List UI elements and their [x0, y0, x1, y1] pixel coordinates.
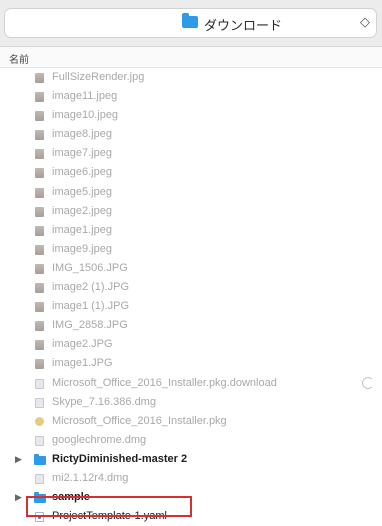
- file-name: googlechrome.dmg: [52, 433, 147, 446]
- image-icon: [35, 321, 44, 332]
- folder-row[interactable]: ▶ sample: [0, 488, 382, 507]
- file-row: image10.jpeg: [0, 106, 382, 125]
- file-name: IMG_1506.JPG: [52, 261, 128, 274]
- column-header-bar: 名前: [0, 47, 382, 68]
- file-name: image1 (1).JPG: [52, 300, 130, 313]
- file-name: image10.jpeg: [52, 109, 119, 122]
- file-name: image8.jpeg: [52, 128, 112, 141]
- file-row: googlechrome.dmg: [0, 431, 382, 450]
- disk-image-icon: [35, 397, 44, 408]
- folder-icon: [182, 13, 198, 28]
- disk-image-icon: [35, 435, 44, 446]
- file-row: FullSizeRender.jpg: [0, 68, 382, 87]
- up-down-chevron-icon[interactable]: ◇: [360, 14, 370, 30]
- file-row: IMG_1506.JPG: [0, 259, 382, 278]
- file-row: image9.jpeg: [0, 240, 382, 259]
- file-row: Microsoft_Office_2016_Installer.pkg: [0, 412, 382, 431]
- file-list: FullSizeRender.jpg image11.jpeg image10.jp…: [0, 68, 382, 526]
- file-name: FullSizeRender.jpg: [52, 71, 145, 83]
- image-icon: [35, 187, 44, 198]
- file-name: IMG_2858.JPG: [52, 319, 128, 332]
- disclosure-triangle-icon[interactable]: ▶: [15, 488, 25, 507]
- package-icon: [35, 416, 44, 426]
- file-name: RictyDiminished-master 2: [52, 452, 188, 465]
- file-row: image8.jpeg: [0, 125, 382, 144]
- file-row: image2.JPG: [0, 335, 382, 354]
- file-row: image2 (1).JPG: [0, 278, 382, 297]
- file-row: image2.jpeg: [0, 202, 382, 221]
- image-icon: [35, 149, 44, 160]
- file-name: image1.jpeg: [52, 223, 112, 236]
- file-name: image7.jpeg: [52, 147, 112, 160]
- file-name: image9.jpeg: [52, 242, 112, 255]
- file-name: image2.jpeg: [52, 204, 112, 217]
- file-row: image1.jpeg: [0, 221, 382, 240]
- image-icon: [35, 168, 44, 179]
- file-row: Microsoft_Office_2016_Installer.pkg.down…: [0, 374, 382, 393]
- file-name: image2 (1).JPG: [52, 281, 130, 294]
- image-icon: [35, 283, 44, 294]
- disk-image-icon: [35, 473, 44, 484]
- file-row: image1 (1).JPG: [0, 297, 382, 316]
- file-name: mi2.1.12r4.dmg: [52, 471, 129, 484]
- file-row: IMG_2858.JPG: [0, 316, 382, 335]
- image-icon: [35, 92, 44, 103]
- file-name: sample: [52, 491, 90, 504]
- image-icon: [35, 340, 44, 351]
- file-name: image1.JPG: [52, 357, 113, 370]
- yaml-file-icon: [35, 512, 44, 523]
- folder-icon: [34, 453, 46, 465]
- disclosure-triangle-icon[interactable]: ▶: [15, 450, 25, 469]
- file-name: Microsoft_Office_2016_Installer.pkg: [52, 414, 227, 427]
- image-icon: [35, 359, 44, 370]
- file-row: Skype_7.16.386.dmg: [0, 393, 382, 412]
- image-icon: [35, 263, 44, 274]
- location-popup-button[interactable]: ダウンロード ◇: [5, 9, 376, 37]
- file-row: image7.jpeg: [0, 144, 382, 163]
- image-icon: [35, 225, 44, 236]
- file-name: image5.jpeg: [52, 185, 112, 198]
- file-name: Skype_7.16.386.dmg: [52, 395, 156, 408]
- file-row: image6.jpeg: [0, 163, 382, 182]
- image-icon: [35, 111, 44, 122]
- image-icon: [35, 206, 44, 217]
- file-name: image2.JPG: [52, 338, 113, 351]
- file-row: mi2.1.12r4.dmg: [0, 469, 382, 488]
- folder-icon: [34, 492, 46, 504]
- image-icon: [35, 244, 44, 255]
- file-name: Microsoft_Office_2016_Installer.pkg.down…: [52, 376, 277, 389]
- file-row: image11.jpeg: [0, 87, 382, 106]
- image-icon: [35, 73, 44, 83]
- file-name: ProjectTemplate-1.yaml: [52, 510, 167, 523]
- folder-row[interactable]: ▶ RictyDiminished-master 2: [0, 450, 382, 469]
- image-icon: [35, 130, 44, 141]
- file-name: image11.jpeg: [52, 90, 118, 103]
- file-row: image1.JPG: [0, 354, 382, 373]
- image-icon: [35, 302, 44, 313]
- file-name: image6.jpeg: [52, 166, 112, 179]
- column-header-name[interactable]: 名前: [9, 51, 29, 66]
- download-document-icon: [35, 378, 44, 389]
- toolbar: ダウンロード ◇: [0, 0, 382, 47]
- download-progress-icon: [362, 376, 374, 389]
- file-row[interactable]: ProjectTemplate-1.yaml: [0, 507, 382, 526]
- file-row: image5.jpeg: [0, 183, 382, 202]
- location-label: ダウンロード: [204, 18, 283, 33]
